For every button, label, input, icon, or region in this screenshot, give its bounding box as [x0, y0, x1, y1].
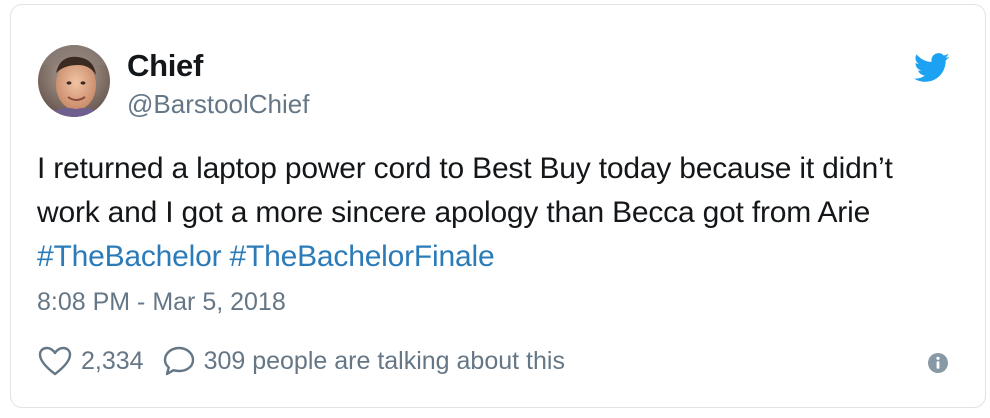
twitter-bird-icon[interactable] [914, 53, 950, 83]
avatar[interactable] [38, 45, 110, 117]
avatar-photo [38, 45, 110, 117]
info-icon[interactable] [927, 352, 949, 374]
tweet-body: I returned a laptop power cord to Best B… [37, 152, 893, 229]
heart-icon[interactable] [37, 345, 73, 377]
like-count[interactable]: 2,334 [81, 347, 144, 376]
tweet-card[interactable]: Chief @BarstoolChief I returned a laptop… [10, 4, 986, 408]
hashtag-link[interactable]: #TheBachelorFinale [230, 240, 495, 273]
user-handle[interactable]: @BarstoolChief [127, 89, 309, 120]
tweet-actions: 2,334 309 people are talking about this [37, 342, 565, 380]
reply-bubble-icon[interactable] [162, 345, 196, 377]
hashtag-link[interactable]: #TheBachelor [37, 240, 222, 273]
tweet-timestamp[interactable]: 8:08 PM - Mar 5, 2018 [37, 288, 286, 317]
display-name[interactable]: Chief [127, 48, 203, 84]
talking-about-link[interactable]: 309 people are talking about this [204, 347, 565, 376]
tweet-text: I returned a laptop power cord to Best B… [37, 147, 957, 279]
